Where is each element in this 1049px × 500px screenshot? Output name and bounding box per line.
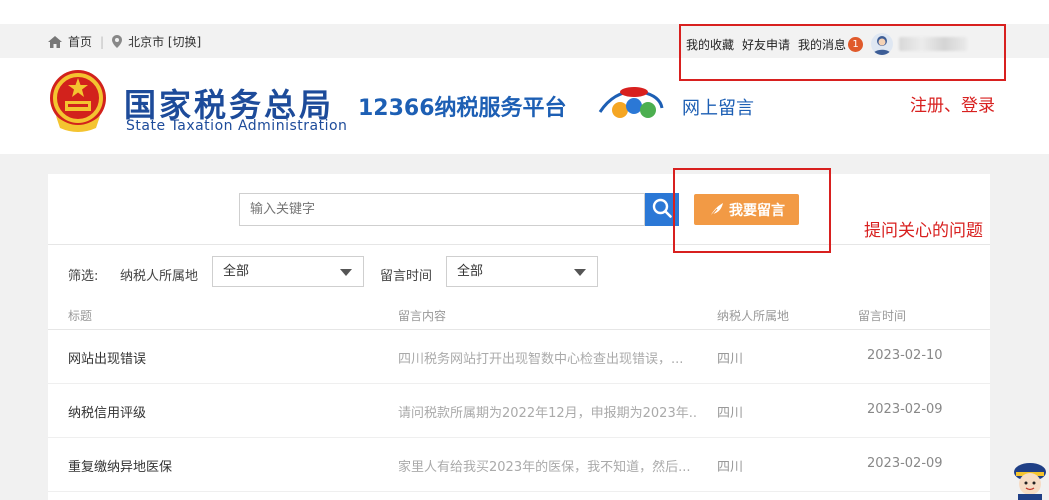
row-content: 家里人有给我买2023年的医保，我不知道，然后... bbox=[398, 460, 691, 475]
column-header-region: 纳税人所属地 bbox=[717, 309, 790, 323]
search-icon bbox=[652, 198, 672, 222]
time-select[interactable]: 全部 bbox=[446, 256, 598, 287]
time-filter-label: 留言时间 bbox=[380, 269, 433, 284]
annotation-box-post bbox=[673, 168, 831, 253]
region-select-value: 全部 bbox=[223, 264, 250, 279]
separator: | bbox=[100, 34, 105, 49]
table-row[interactable]: 纳税信用评级 请问税款所属期为2022年12月，申报期为2023年.. 四川 2… bbox=[48, 384, 990, 438]
row-region: 四川 bbox=[717, 352, 744, 367]
service-platform-title: 12366纳税服务平台 bbox=[358, 96, 567, 121]
time-select-value: 全部 bbox=[457, 264, 484, 279]
filter-label: 筛选: bbox=[68, 269, 99, 284]
home-link[interactable]: 首页 bbox=[68, 33, 92, 50]
mascot-icon bbox=[1008, 458, 1049, 500]
home-icon[interactable] bbox=[48, 35, 62, 48]
region-select[interactable]: 全部 bbox=[212, 256, 364, 287]
online-message-link[interactable]: 网上留言 bbox=[682, 94, 754, 120]
row-content: 请问税款所属期为2022年12月，申报期为2023年.. bbox=[398, 406, 697, 421]
row-region: 四川 bbox=[717, 406, 744, 421]
row-title[interactable]: 网站出现错误 bbox=[68, 348, 146, 367]
divider bbox=[48, 244, 990, 245]
region-filter-label: 纳税人所属地 bbox=[120, 269, 199, 284]
search-input[interactable] bbox=[239, 193, 645, 226]
site-title-en: State Taxation Administration bbox=[126, 118, 348, 134]
table-row[interactable]: 重复缴纳异地医保 家里人有给我买2023年的医保，我不知道，然后... 四川 2… bbox=[48, 438, 990, 492]
national-emblem-icon bbox=[48, 68, 108, 134]
row-region: 四川 bbox=[717, 460, 744, 475]
annotation-login-note: 注册、登录 bbox=[910, 96, 995, 116]
chevron-down-icon bbox=[340, 269, 352, 276]
table-header: 标题 留言内容 纳税人所属地 留言时间 bbox=[48, 302, 990, 330]
column-header-time: 留言时间 bbox=[858, 309, 907, 323]
top-nav-left: 首页 | 北京市 [切换] bbox=[48, 33, 201, 50]
column-header-content: 留言内容 bbox=[398, 309, 447, 323]
table-row[interactable]: 网站出现错误 四川税务网站打开出现智数中心检查出现错误，... 四川 2023-… bbox=[48, 330, 990, 384]
row-title[interactable]: 纳税信用评级 bbox=[68, 402, 146, 421]
column-header-title: 标题 bbox=[68, 309, 93, 323]
location-pin-icon bbox=[112, 35, 123, 48]
row-content: 四川税务网站打开出现智数中心检查出现错误，... bbox=[398, 352, 684, 367]
row-time: 2023-02-09 bbox=[867, 402, 943, 417]
annotation-box-login bbox=[679, 24, 1006, 81]
row-time: 2023-02-10 bbox=[867, 348, 943, 363]
row-title[interactable]: 重复缴纳异地医保 bbox=[68, 456, 172, 475]
message-board-panel: 我要留言 筛选: 纳税人所属地 全部 留言时间 全部 标题 留言内容 纳税人所属… bbox=[48, 174, 990, 500]
city-switch-link[interactable]: 北京市 [切换] bbox=[128, 33, 201, 50]
row-time: 2023-02-09 bbox=[867, 456, 943, 471]
chevron-down-icon bbox=[574, 269, 586, 276]
service-platform-logo-icon bbox=[596, 82, 666, 126]
annotation-ask-note: 提问关心的问题 bbox=[864, 221, 983, 241]
